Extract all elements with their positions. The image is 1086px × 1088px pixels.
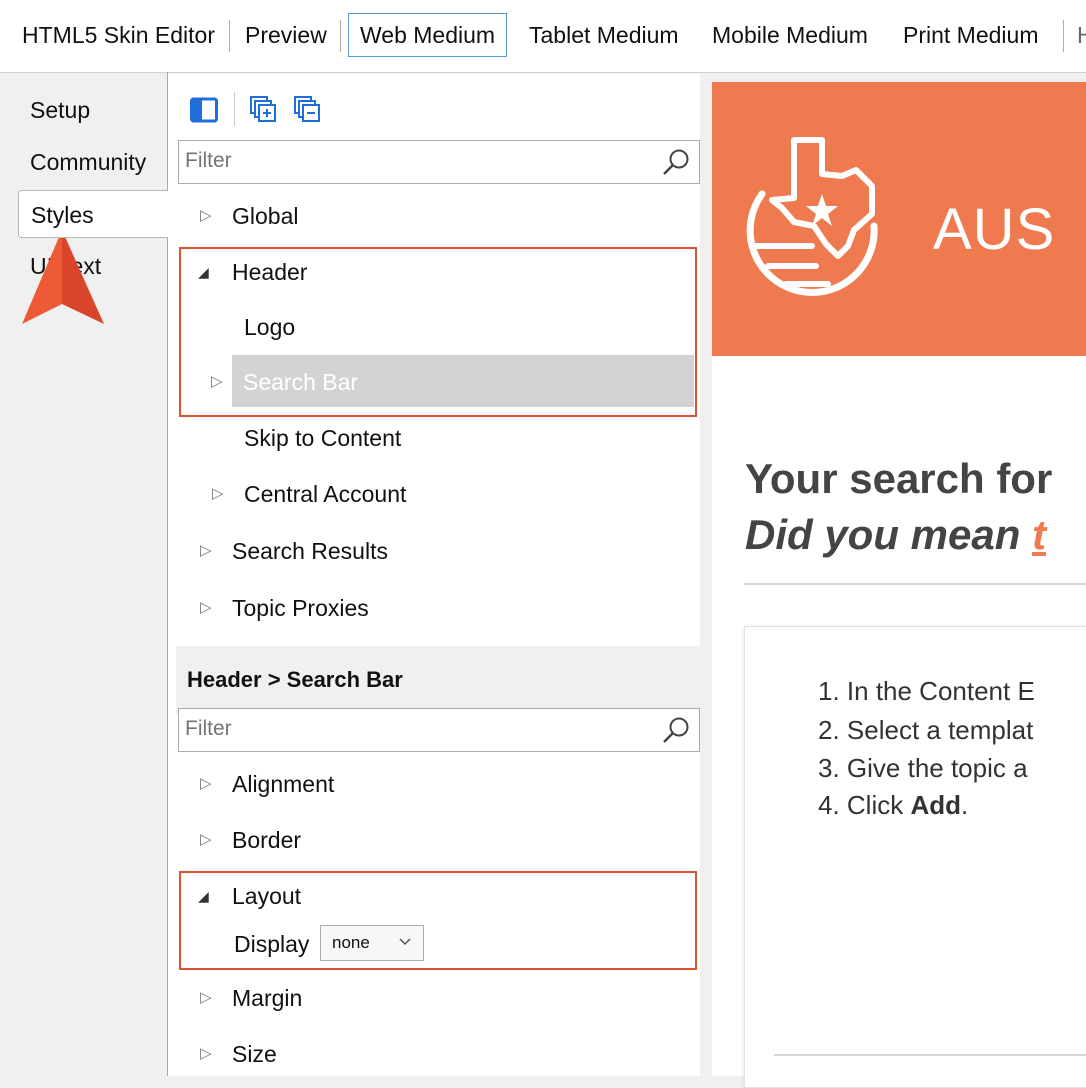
- property-margin[interactable]: Margin: [232, 978, 302, 1018]
- preview-did-you-mean-text: Did you mean: [745, 511, 1033, 558]
- header-highlight-box: [179, 247, 697, 417]
- preview-step-2: 2. Select a templat: [818, 715, 1034, 745]
- toolbar-preview[interactable]: Preview: [245, 13, 327, 57]
- preview-step-4-text: 4. Click: [818, 790, 911, 820]
- preview-step-4-bold: Add: [910, 790, 962, 820]
- toolbar-html5-skin-editor[interactable]: HTML5 Skin Editor: [22, 13, 215, 57]
- toolbar-separator: [340, 20, 341, 52]
- expand-arrow-icon[interactable]: ▷: [200, 196, 212, 236]
- expand-arrow-icon[interactable]: ▷: [200, 764, 212, 804]
- expand-arrow-icon[interactable]: ▷: [200, 1034, 212, 1074]
- preview-step-4: 4. Click Add.: [818, 790, 968, 821]
- properties-filter: [178, 708, 700, 752]
- expand-arrow-icon[interactable]: ▷: [200, 588, 212, 628]
- expand-arrow-icon[interactable]: ▷: [212, 474, 224, 514]
- property-alignment[interactable]: Alignment: [232, 764, 334, 804]
- toolbar-mobile-medium[interactable]: Mobile Medium: [712, 13, 868, 57]
- tree-item-skip-to-content[interactable]: Skip to Content: [244, 418, 401, 458]
- property-size[interactable]: Size: [232, 1034, 277, 1074]
- search-icon[interactable]: [661, 715, 691, 745]
- top-toolbar: HTML5 Skin Editor Preview Web Medium Tab…: [0, 0, 1086, 73]
- tree-filter-input[interactable]: [185, 149, 645, 173]
- pointer-arrow-icon: [22, 230, 104, 324]
- tab-styles[interactable]: Styles: [18, 190, 168, 238]
- preview-search-heading: Your search for: [745, 455, 1053, 502]
- preview-step-1: 1. In the Content E: [818, 676, 1035, 706]
- properties-filter-input[interactable]: [185, 717, 645, 741]
- expand-all-icon[interactable]: [249, 95, 279, 125]
- properties-breadcrumb: Header > Search Bar: [187, 667, 403, 692]
- toolbar-separator: [1063, 20, 1064, 52]
- tree-item-topic-proxies[interactable]: Topic Proxies: [232, 588, 369, 628]
- expand-arrow-icon[interactable]: ▷: [200, 978, 212, 1018]
- expand-arrow-icon[interactable]: ▷: [200, 820, 212, 860]
- toggle-pane-icon[interactable]: [190, 97, 218, 123]
- icon-separator: [234, 92, 235, 126]
- tree-filter: [178, 140, 700, 184]
- search-icon[interactable]: [661, 147, 691, 177]
- panel-splitter[interactable]: [700, 74, 712, 1076]
- preview-step-4-suffix: .: [961, 790, 969, 820]
- property-border[interactable]: Border: [232, 820, 301, 860]
- preview-card-divider: [774, 1054, 1086, 1056]
- tree-item-global[interactable]: Global: [232, 196, 298, 236]
- preview-step-3: 3. Give the topic a: [818, 753, 1028, 783]
- preview-did-you-mean: Did you mean t: [745, 511, 1046, 559]
- toolbar-print-medium[interactable]: Print Medium: [903, 13, 1038, 57]
- tree-item-central-account[interactable]: Central Account: [244, 474, 406, 514]
- toolbar-tablet-medium[interactable]: Tablet Medium: [529, 13, 679, 57]
- toolbar-separator: [229, 20, 230, 52]
- collapse-all-icon[interactable]: [293, 95, 323, 125]
- preview-logo-text: AUS: [933, 197, 1056, 262]
- toolbar-next-item[interactable]: H: [1077, 13, 1086, 57]
- expand-arrow-icon[interactable]: ▷: [200, 531, 212, 571]
- layout-highlight-box: [179, 871, 697, 970]
- tree-item-search-results[interactable]: Search Results: [232, 531, 388, 571]
- tab-community[interactable]: Community: [18, 138, 168, 186]
- texas-logo-icon: [746, 137, 878, 296]
- preview-suggestion-link[interactable]: t: [1032, 511, 1046, 558]
- tab-setup[interactable]: Setup: [18, 86, 168, 134]
- toolbar-web-medium[interactable]: Web Medium: [348, 13, 508, 57]
- preview-divider: [744, 583, 1086, 585]
